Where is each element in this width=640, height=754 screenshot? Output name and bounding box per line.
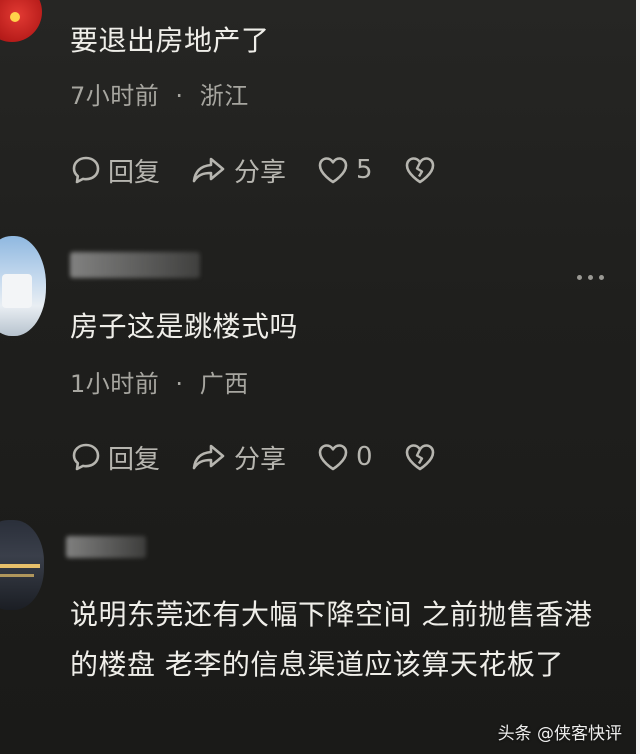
share-label: 分享 bbox=[234, 157, 287, 188]
broken-heart-icon bbox=[405, 157, 434, 184]
comment-time: 1小时前 bbox=[70, 370, 160, 398]
meta-separator: · bbox=[175, 82, 184, 110]
like-count: 0 bbox=[356, 442, 373, 472]
comment-actions: 回复 分享 0 bbox=[70, 437, 473, 477]
reply-button[interactable]: 回复 bbox=[70, 152, 160, 189]
heart-icon bbox=[318, 157, 348, 184]
comment-location: 浙江 bbox=[199, 82, 249, 110]
comment-text: 说明东莞还有大幅下降空间 之前抛售香港的楼盘 老李的信息渠道应该算天花板了 bbox=[70, 598, 593, 681]
reply-label: 回复 bbox=[108, 157, 161, 188]
user-name-blurred[interactable] bbox=[70, 252, 200, 278]
share-arrow-icon bbox=[192, 444, 225, 470]
meta-separator: · bbox=[175, 370, 184, 398]
comment-time: 7小时前 bbox=[70, 82, 160, 110]
comment-bubble-icon bbox=[72, 443, 100, 471]
comment-text: 要退出房地产了 bbox=[70, 24, 270, 57]
dislike-button[interactable] bbox=[403, 441, 443, 473]
comment-meta: 7小时前 · 浙江 bbox=[70, 76, 249, 111]
share-button[interactable]: 分享 bbox=[190, 439, 286, 476]
broken-heart-icon bbox=[405, 444, 434, 471]
dislike-button[interactable] bbox=[403, 154, 443, 186]
comment-meta: 1小时前 · 广西 bbox=[70, 364, 249, 399]
comment-list: 要退出房地产了 7小时前 · 浙江 回复 分享 5 房子这是跳楼式吗 1小时前 … bbox=[0, 0, 640, 754]
comment-text: 房子这是跳楼式吗 bbox=[70, 310, 299, 343]
avatar[interactable] bbox=[0, 0, 42, 42]
reply-label: 回复 bbox=[108, 444, 161, 475]
comment-location: 广西 bbox=[199, 370, 249, 398]
comment-actions: 回复 分享 5 bbox=[70, 150, 473, 190]
watermark: 头条 @侠客快评 bbox=[497, 724, 622, 744]
reply-button[interactable]: 回复 bbox=[70, 439, 160, 476]
share-label: 分享 bbox=[234, 444, 287, 475]
more-options-button[interactable] bbox=[577, 275, 604, 280]
like-count: 5 bbox=[356, 155, 373, 185]
user-name-blurred[interactable] bbox=[66, 536, 146, 558]
avatar[interactable] bbox=[0, 236, 46, 336]
avatar[interactable] bbox=[0, 520, 44, 610]
share-arrow-icon bbox=[192, 157, 225, 183]
right-edge bbox=[636, 0, 640, 754]
heart-icon bbox=[318, 444, 348, 471]
share-button[interactable]: 分享 bbox=[190, 152, 286, 189]
like-button[interactable]: 0 bbox=[316, 441, 373, 473]
comment-bubble-icon bbox=[72, 156, 100, 184]
like-button[interactable]: 5 bbox=[316, 154, 373, 186]
